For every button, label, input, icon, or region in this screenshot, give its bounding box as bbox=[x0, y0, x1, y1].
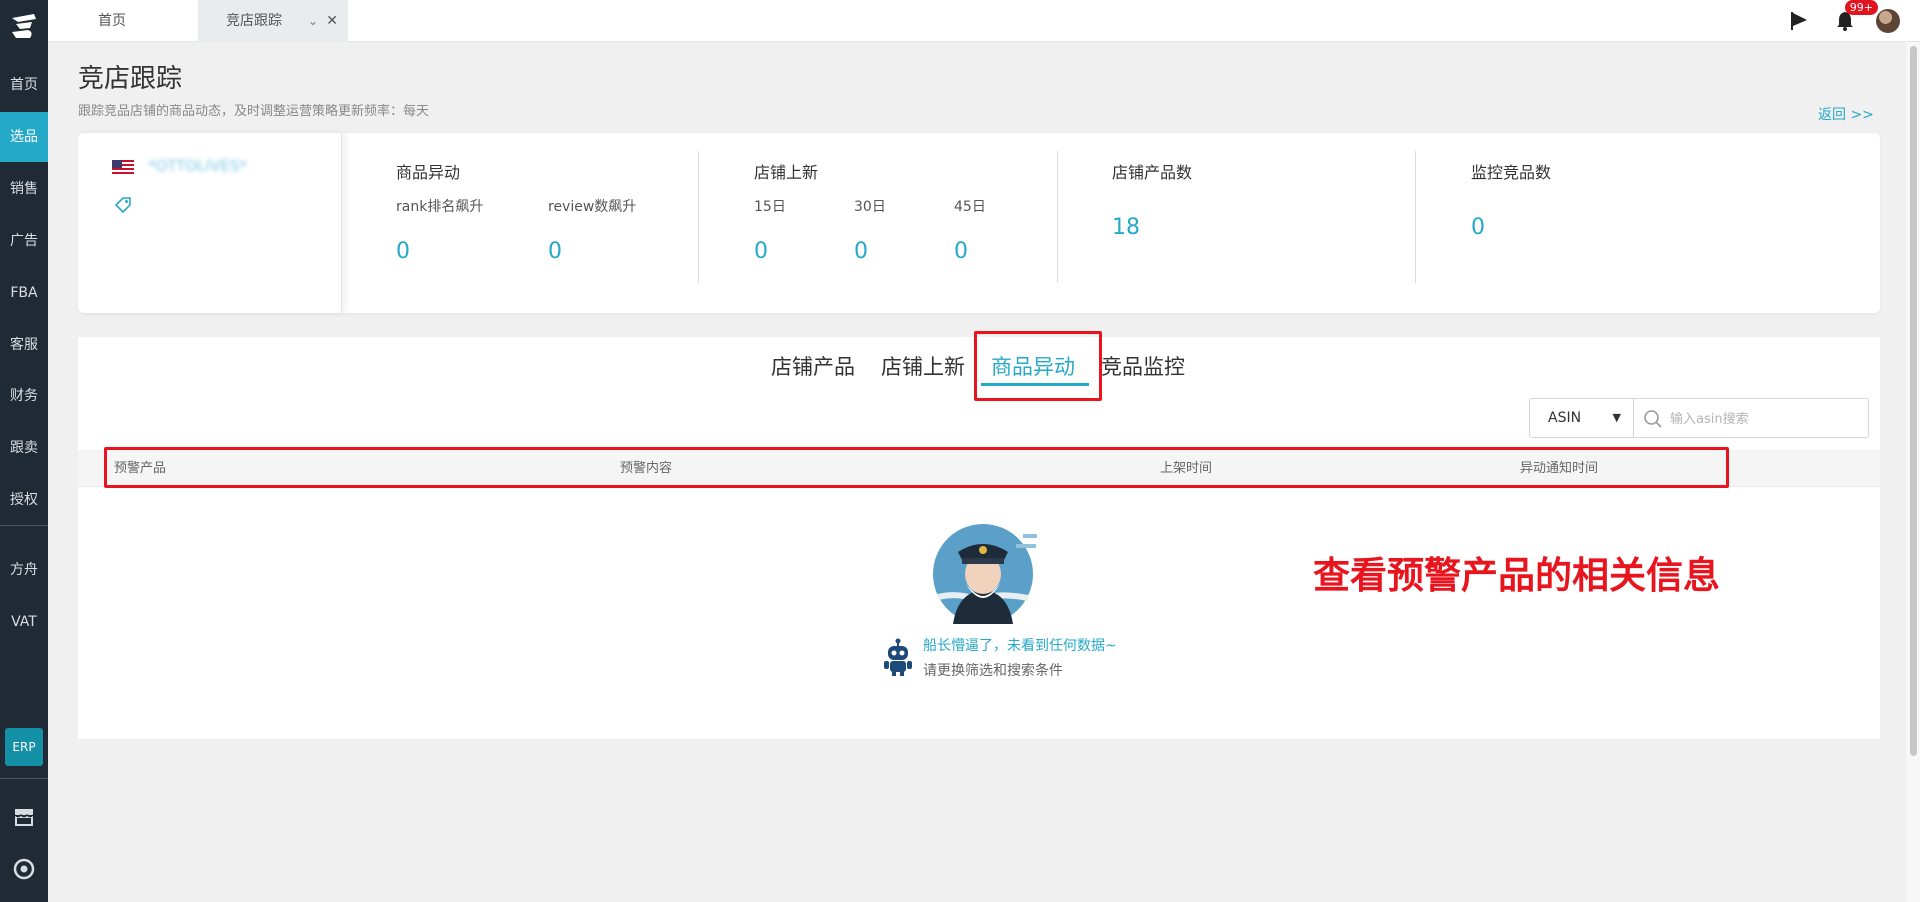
sidebar-item-fba[interactable]: FBA bbox=[0, 268, 48, 318]
captain-illustration bbox=[933, 524, 1037, 624]
stat-divider bbox=[1057, 151, 1058, 283]
stat-divider bbox=[698, 151, 699, 283]
store-name[interactable]: *OTTOLIVES* bbox=[148, 157, 247, 175]
stat-value-review[interactable]: 0 bbox=[548, 239, 562, 264]
stat-value-30d[interactable]: 0 bbox=[854, 239, 868, 264]
tag-icon[interactable] bbox=[114, 196, 132, 214]
support-icon[interactable] bbox=[12, 857, 36, 881]
sidebar-item-sales[interactable]: 销售 bbox=[0, 164, 48, 214]
stat-product-changes: 商品异动 rank排名飙升 review数飙升 0 0 bbox=[396, 133, 716, 313]
sidebar-item-service[interactable]: 客服 bbox=[0, 320, 48, 370]
erp-button[interactable]: ERP bbox=[5, 728, 43, 766]
stat-title: 店铺产品数 bbox=[1112, 163, 1193, 182]
empty-hint: 请更换筛选和搜索条件 bbox=[923, 663, 1063, 679]
back-link[interactable]: 返回 >> bbox=[1818, 104, 1874, 124]
robot-icon bbox=[884, 638, 912, 676]
page-subtitle: 跟踪竞品店铺的商品动态，及时调整运营策略更新频率：每天 bbox=[78, 104, 430, 119]
caret-down-icon: ▼ bbox=[1612, 411, 1621, 424]
sidebar-item-authorize[interactable]: 授权 bbox=[0, 475, 48, 525]
sidebar-item-follow-sell[interactable]: 跟卖 bbox=[0, 423, 48, 473]
stat-title: 店铺上新 bbox=[754, 163, 819, 182]
sidebar-item-finance[interactable]: 财务 bbox=[0, 371, 48, 421]
flag-icon[interactable] bbox=[1788, 10, 1810, 32]
tab-store-products[interactable]: 店铺产品 bbox=[771, 351, 855, 381]
stats-card: *OTTOLIVES* 商品异动 rank排名飙升 review数飙升 0 0 … bbox=[78, 133, 1880, 313]
annotation-text: 查看预警产品的相关信息 bbox=[1313, 554, 1720, 597]
stat-value-15d[interactable]: 0 bbox=[754, 239, 768, 264]
page-scrollbar[interactable] bbox=[1906, 42, 1920, 902]
stat-value-rank[interactable]: 0 bbox=[396, 239, 410, 264]
stat-value-monitored[interactable]: 0 bbox=[1471, 215, 1485, 240]
stat-label: rank排名飙升 bbox=[396, 199, 484, 215]
avatar[interactable] bbox=[1876, 9, 1900, 33]
store-icon[interactable] bbox=[12, 805, 36, 829]
page-title: 竞店跟踪 bbox=[78, 64, 183, 94]
search-icon[interactable] bbox=[1643, 409, 1663, 429]
sidebar-item-vat[interactable]: VAT bbox=[0, 597, 48, 647]
empty-message: 船长懵逼了，未看到任何数据~ bbox=[923, 638, 1117, 654]
store-info: *OTTOLIVES* bbox=[78, 133, 342, 313]
asin-select[interactable]: ASIN ▼ bbox=[1529, 398, 1634, 438]
stat-value-45d[interactable]: 0 bbox=[954, 239, 968, 264]
stat-divider bbox=[1415, 151, 1416, 283]
logo-icon[interactable] bbox=[8, 10, 40, 42]
sidebar-item-selection[interactable]: 选品 bbox=[0, 112, 48, 162]
sidebar-item-ark[interactable]: 方舟 bbox=[0, 545, 48, 595]
stat-store-products: 店铺产品数 18 bbox=[1112, 133, 1412, 313]
tab-competitor-tracking-label: 竞店跟踪 bbox=[226, 13, 282, 29]
stat-monitored: 监控竞品数 0 bbox=[1471, 133, 1771, 313]
stat-value-store-products[interactable]: 18 bbox=[1112, 215, 1140, 240]
sidebar-divider bbox=[0, 778, 48, 779]
stat-new-listings: 店铺上新 15日 30日 45日 0 0 0 bbox=[754, 133, 1054, 313]
close-icon[interactable]: ✕ bbox=[326, 0, 338, 42]
stat-label: 15日 bbox=[754, 199, 786, 215]
chevron-down-icon[interactable]: ⌄ bbox=[308, 0, 318, 42]
search-input[interactable] bbox=[1670, 407, 1860, 431]
sidebar: 首页 选品 销售 广告 FBA 客服 财务 跟卖 授权 方舟 VAT ERP bbox=[0, 0, 48, 902]
scrollbar-thumb[interactable] bbox=[1910, 46, 1917, 756]
notification-badge: 99+ bbox=[1844, 0, 1878, 15]
top-bar: 首页 竞店跟踪 ⌄ ✕ 99+ bbox=[48, 0, 1920, 42]
us-flag-icon bbox=[112, 160, 134, 175]
sidebar-item-ads[interactable]: 广告 bbox=[0, 216, 48, 266]
stat-label: 30日 bbox=[854, 199, 886, 215]
tab-home-label: 首页 bbox=[98, 13, 126, 29]
stat-label: review数飙升 bbox=[548, 199, 637, 215]
search-box bbox=[1633, 398, 1869, 438]
sidebar-item-home[interactable]: 首页 bbox=[0, 60, 48, 110]
tab-new-listings[interactable]: 店铺上新 bbox=[881, 351, 965, 381]
annotation-box-table-header bbox=[104, 447, 1729, 488]
sidebar-divider bbox=[0, 525, 48, 526]
stat-title: 商品异动 bbox=[396, 163, 461, 182]
annotation-box-tab bbox=[974, 331, 1102, 401]
tab-competitor-monitor[interactable]: 竞品监控 bbox=[1101, 351, 1185, 381]
stat-label: 45日 bbox=[954, 199, 986, 215]
tab-competitor-tracking[interactable]: 竞店跟踪 ⌄ ✕ bbox=[198, 0, 348, 42]
asin-select-value: ASIN bbox=[1548, 410, 1582, 426]
stat-title: 监控竞品数 bbox=[1471, 163, 1552, 182]
tab-home[interactable]: 首页 bbox=[48, 0, 198, 42]
